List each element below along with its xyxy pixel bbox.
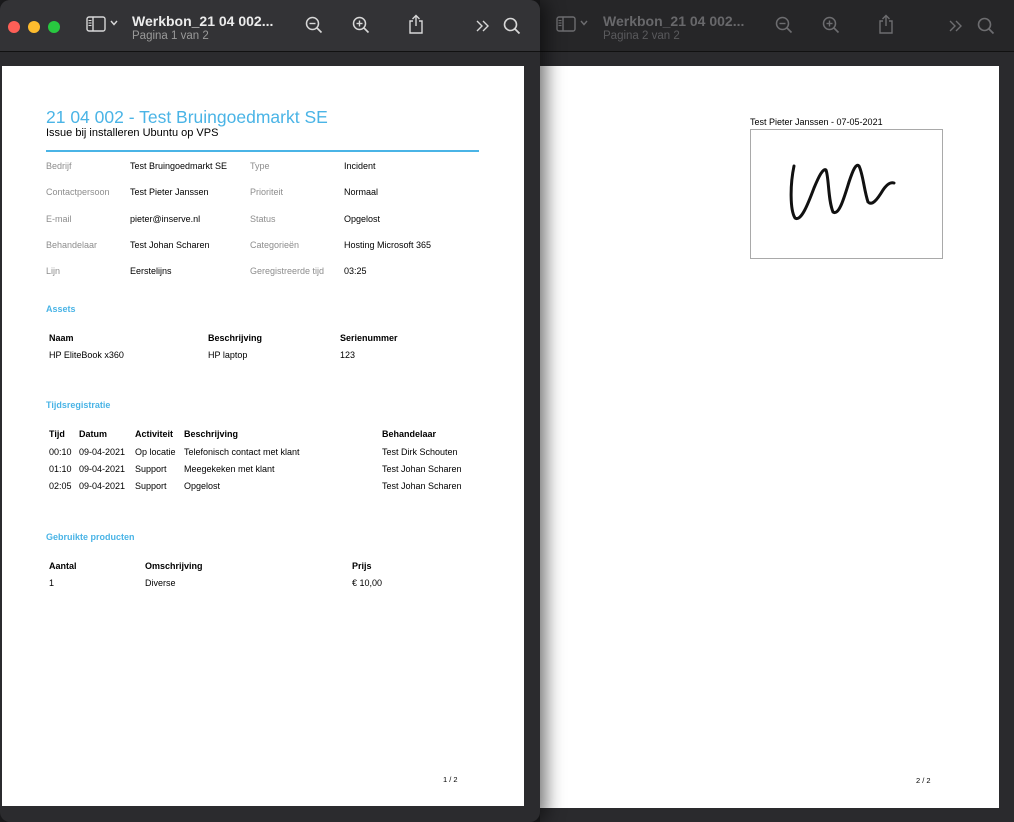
fullscreen-button[interactable] (48, 21, 60, 33)
zoom-out-icon[interactable] (775, 16, 793, 34)
info-value: pieter@inserve.nl (130, 214, 201, 224)
table-header: Beschrijving (208, 333, 263, 343)
info-value: Test Johan Scharen (130, 240, 210, 250)
share-icon[interactable] (878, 14, 894, 34)
table-header: Datum (79, 429, 108, 439)
window-title-block: Werkbon_21 04 002... Pagina 1 van 2 (132, 13, 273, 42)
table-header: Behandelaar (382, 429, 437, 439)
window-title-block: Werkbon_21 04 002... Pagina 2 van 2 (603, 13, 744, 42)
search-icon[interactable] (977, 17, 995, 35)
table-header: Serienummer (340, 333, 398, 343)
titlebar: Werkbon_21 04 002... Pagina 2 van 2 (540, 0, 1014, 52)
table-cell: € 10,00 (352, 578, 383, 588)
preview-window-page-1[interactable]: Werkbon_21 04 002... Pagina 1 van 2 21 0… (0, 0, 540, 822)
window-subtitle: Pagina 1 van 2 (132, 30, 209, 42)
table-header: Tijd (49, 429, 65, 439)
table-cell: Opgelost (184, 481, 221, 491)
page-number: 2 / 2 (916, 776, 931, 785)
table-cell: 1 (49, 578, 55, 588)
table-cell: Telefonisch contact met klant (184, 447, 300, 457)
sidebar-icon[interactable] (86, 16, 106, 32)
info-label: Bedrijf (46, 161, 72, 171)
window-title: Werkbon_21 04 002... (132, 13, 274, 29)
chevron-down-icon[interactable] (580, 20, 588, 26)
table-cell: Test Johan Scharen (382, 464, 462, 474)
table-cell: 09-04-2021 (79, 481, 126, 491)
section-heading-gebruikte-producten: Gebruikte producten (46, 532, 135, 542)
close-button[interactable] (8, 21, 20, 33)
table-cell: HP EliteBook x360 (49, 350, 124, 360)
page-number: 1 / 2 (443, 775, 458, 784)
info-label: Type (250, 161, 270, 171)
info-label: Behandelaar (46, 240, 98, 250)
document-page-1: 21 04 002 - Test Bruingoedmarkt SE Issue… (2, 66, 524, 806)
signature-caption: Test Pieter Janssen - 07-05-2021 (750, 117, 883, 127)
chevron-down-icon[interactable] (110, 20, 118, 26)
zoom-out-icon[interactable] (305, 16, 323, 34)
table-header: Naam (49, 333, 74, 343)
info-label: Geregistreerde tijd (250, 266, 325, 276)
section-heading-tijdsregistratie: Tijdsregistratie (46, 400, 111, 410)
document-title: 21 04 002 - Test Bruingoedmarkt SE (46, 107, 328, 127)
titlebar: Werkbon_21 04 002... Pagina 1 van 2 (0, 0, 540, 52)
table-cell: 00:10 (49, 447, 72, 457)
preview-window-page-2[interactable]: Werkbon_21 04 002... Pagina 2 van 2 Test… (540, 0, 1014, 822)
table-header: Activiteit (135, 429, 174, 439)
table-cell: Diverse (145, 578, 176, 588)
table-cell: Test Johan Scharen (382, 481, 462, 491)
table-cell: 123 (340, 350, 356, 360)
info-value: Normaal (344, 187, 379, 197)
info-label: Contactpersoon (46, 187, 110, 197)
zoom-in-icon[interactable] (822, 16, 840, 34)
info-label: Lijn (46, 266, 61, 276)
info-label: E-mail (46, 214, 72, 224)
table-header: Aantal (49, 561, 77, 571)
search-icon[interactable] (503, 17, 521, 35)
table-header: Beschrijving (184, 429, 239, 439)
signature-box (750, 129, 943, 259)
table-cell: Support (135, 481, 167, 491)
info-value: Hosting Microsoft 365 (344, 240, 432, 250)
table-header: Prijs (352, 561, 372, 571)
info-label: Categorieën (250, 240, 300, 250)
table-header: Omschrijving (145, 561, 203, 571)
table-cell: 02:05 (49, 481, 72, 491)
info-value: Incident (344, 161, 376, 171)
info-value: Opgelost (344, 214, 381, 224)
info-value: 03:25 (344, 266, 367, 276)
table-cell: HP laptop (208, 350, 248, 360)
share-icon[interactable] (408, 14, 424, 34)
window-title: Werkbon_21 04 002... (603, 13, 745, 29)
section-heading-assets: Assets (46, 304, 76, 314)
info-label: Prioriteit (250, 187, 284, 197)
more-icon[interactable] (949, 20, 963, 32)
more-icon[interactable] (476, 20, 490, 32)
table-cell: 01:10 (49, 464, 72, 474)
document-page-2: Test Pieter Janssen - 07-05-2021 2 / 2 (540, 66, 999, 808)
info-value: Eerstelijns (130, 266, 172, 276)
minimize-button[interactable] (28, 21, 40, 33)
title-divider (46, 150, 479, 152)
document-subtitle: Issue bij installeren Ubuntu op VPS (46, 127, 219, 139)
info-value: Test Bruingoedmarkt SE (130, 161, 228, 171)
table-cell: Meegekeken met klant (184, 464, 275, 474)
info-value: Test Pieter Janssen (130, 187, 209, 197)
window-subtitle: Pagina 2 van 2 (603, 30, 680, 42)
table-cell: Support (135, 464, 167, 474)
zoom-in-icon[interactable] (352, 16, 370, 34)
info-label: Status (250, 214, 276, 224)
table-cell: Test Dirk Schouten (382, 447, 458, 457)
table-cell: Op locatie (135, 447, 176, 457)
table-cell: 09-04-2021 (79, 464, 126, 474)
table-cell: 09-04-2021 (79, 447, 126, 457)
sidebar-icon[interactable] (556, 16, 576, 32)
signature-image (789, 163, 896, 221)
